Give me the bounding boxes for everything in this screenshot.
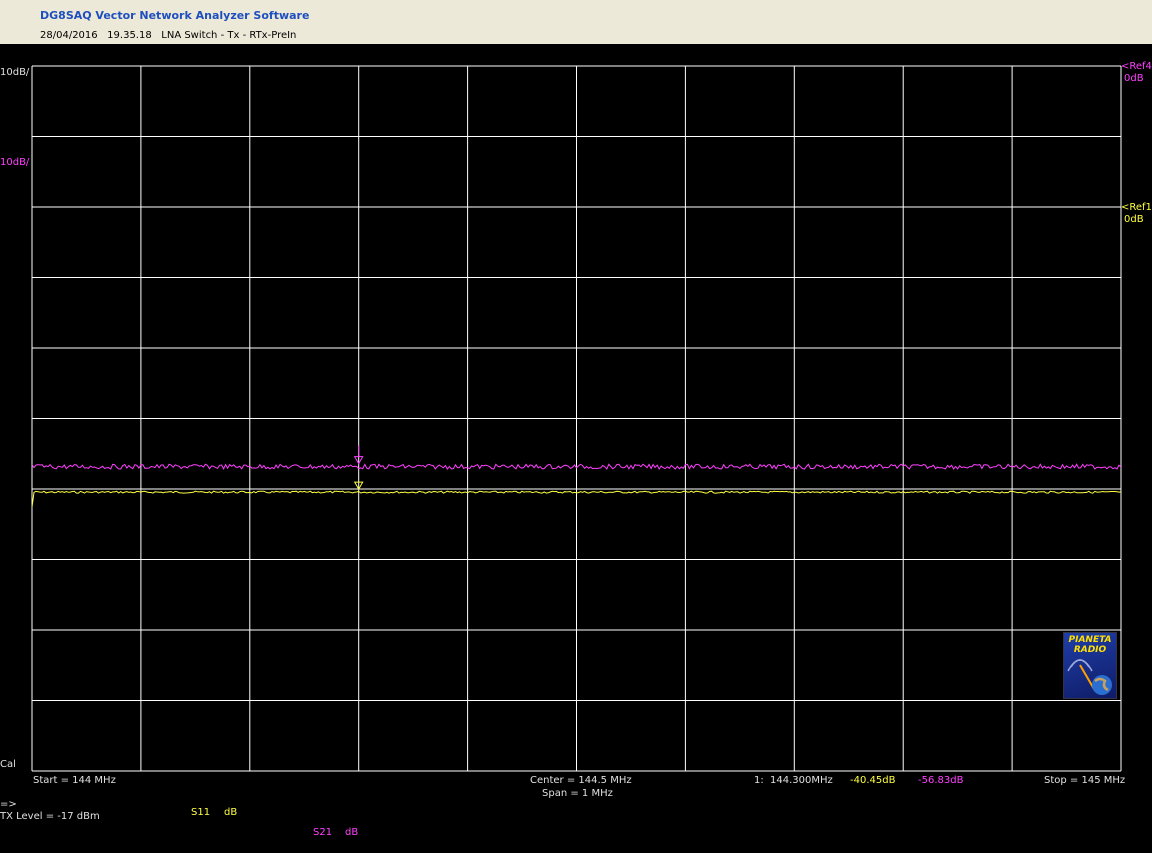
stop-frequency: Stop = 145 MHz [1044,775,1126,786]
ref1-label: <Ref1 [1121,202,1152,213]
marker-s11-value: -40.45dB [850,775,896,786]
start-frequency: Start = 144 MHz [33,775,116,786]
measurement-subtitle: 28/04/2016 19.35.18 LNA Switch - Tx - RT… [40,30,296,41]
scale-label-s21: 10dB/ [0,67,30,78]
ref4-value: 0dB [1124,73,1144,84]
s11-trace-name[interactable]: S11 [191,807,210,818]
marker-s21-value: -56.83dB [918,775,964,786]
pianeta-radio-logo: PIANETA RADIO [1063,632,1117,699]
globe-icon [1067,659,1112,695]
s21-trace-name[interactable]: S21 [313,827,332,838]
ref4-label: <Ref4 [1121,61,1152,72]
app-title: DG8SAQ Vector Network Analyzer Software [40,9,310,22]
s11-trace-unit: dB [224,807,238,818]
marker-frequency: 144.300MHz [770,775,833,786]
grid [31,65,1122,772]
plot-area [31,65,1122,772]
scale-label-s21-second: 10dB/ [0,157,30,168]
center-frequency: Center = 144.5 MHz [530,775,632,786]
span-frequency: Span = 1 MHz [542,788,613,799]
title-bar: DG8SAQ Vector Network Analyzer Software … [0,0,1152,44]
cal-indicator: Cal [0,759,16,770]
s21-trace-unit: dB [345,827,359,838]
marker-index: 1: [754,775,764,786]
timestamp: 28/04/2016 19.35.18 [40,30,152,41]
arrow-indicator: => [0,799,17,810]
measurement-name: LNA Switch - Tx - RTx-PreIn [161,30,297,41]
tx-level: TX Level = -17 dBm [0,811,100,822]
ref1-value: 0dB [1124,214,1144,225]
